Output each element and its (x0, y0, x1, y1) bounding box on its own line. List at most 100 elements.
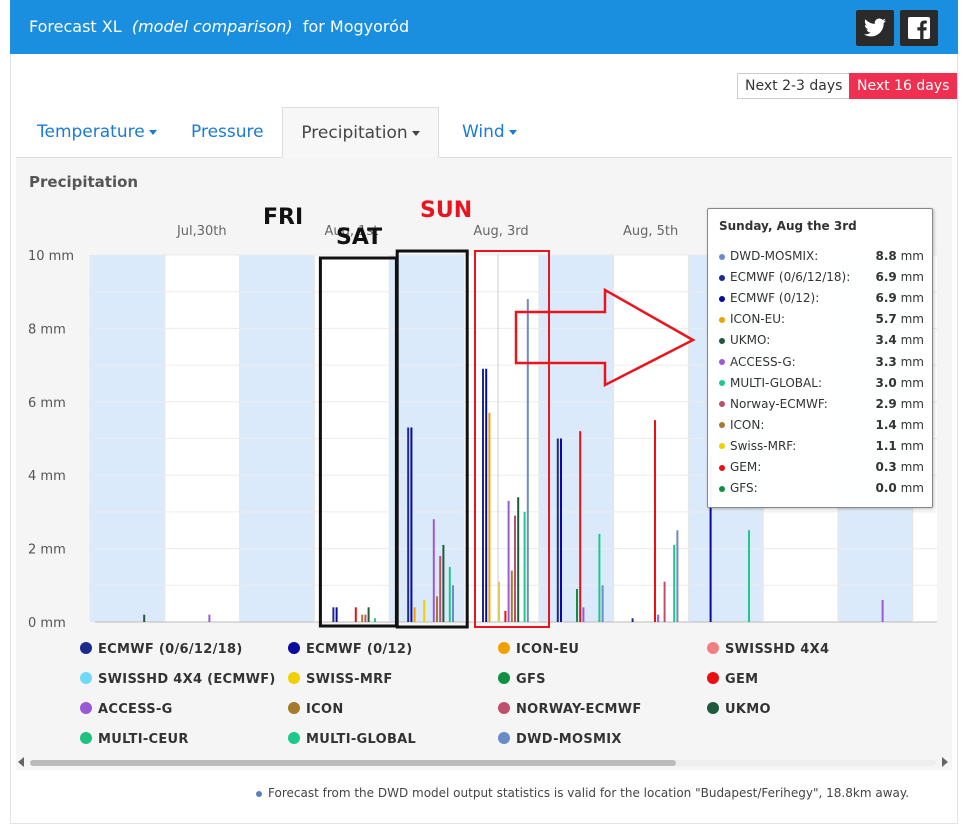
legend-dot-icon (288, 702, 300, 714)
bar-ecmwf-0-12- (410, 427, 413, 622)
next-2-3-days-button[interactable]: Next 2-3 days (737, 73, 851, 99)
legend-label: GFS (516, 672, 546, 687)
bar-norway-ecmwf (663, 581, 666, 622)
legend-label: NORWAY-ECMWF (516, 702, 642, 717)
next-16-days-button[interactable]: Next 16 days (849, 73, 958, 99)
legend-item[interactable]: NORWAY-ECMWF (498, 702, 642, 717)
scroll-right-arrow-icon[interactable] (942, 757, 948, 767)
tooltip-series-name: ECMWF (0/6/12/18): (730, 270, 851, 285)
legend-dot-icon (707, 702, 719, 714)
legend-item[interactable]: ECMWF (0/12) (288, 642, 412, 657)
facebook-share-button[interactable] (900, 10, 938, 46)
scroll-left-arrow-icon[interactable] (18, 757, 24, 767)
bar-ukmo (143, 614, 146, 622)
tooltip-row: ICON-EU: 5.7 mm (719, 309, 924, 329)
x-tick-label: Jul,30th (176, 224, 227, 239)
legend-dot-icon (498, 672, 510, 684)
bar-access-g (208, 614, 211, 622)
legend-item[interactable]: ICON-EU (498, 642, 579, 657)
bar-multi-global (523, 511, 526, 622)
series-dot-icon (719, 485, 725, 492)
chevron-down-icon (411, 130, 420, 136)
y-tick-label: 10 mm (28, 249, 74, 264)
series-dot-icon (719, 464, 725, 471)
bar-multi-global (673, 544, 676, 622)
legend-item[interactable]: DWD-MOSMIX (498, 732, 622, 747)
tab-precipitation-label: Precipitation (301, 123, 408, 143)
tooltip-value: 6.9 mm (875, 291, 924, 306)
bar-access-g (432, 519, 435, 622)
tooltip-series-name: ICON: (730, 417, 765, 432)
tooltip-series-name: MULTI-GLOBAL: (730, 375, 822, 390)
tab-precipitation[interactable]: Precipitation (282, 107, 439, 158)
bar-ukmo (517, 497, 520, 622)
tooltip-series-name: Swiss-MRF: (730, 438, 797, 453)
legend-item[interactable]: UKMO (707, 702, 771, 717)
bar-gem (579, 431, 582, 622)
series-dot-icon (719, 422, 725, 429)
tab-wind[interactable]: Wind (462, 107, 517, 158)
scrollbar-thumb[interactable] (30, 760, 676, 766)
legend-item[interactable]: SWISSHD 4X4 (ECMWF) (80, 672, 276, 687)
legend-dot-icon (80, 642, 92, 654)
tooltip-value: 8.8 mm (875, 249, 924, 263)
series-dot-icon (719, 359, 725, 365)
chart-tooltip: Sunday, Aug the 3rd DWD-MOSMIX: 8.8 mm ECM… (707, 208, 933, 508)
legend-item[interactable]: GEM (707, 672, 758, 687)
legend-item[interactable]: ICON (288, 702, 344, 717)
bar-icon (361, 614, 364, 622)
fri-annotation: FRI (263, 205, 303, 230)
tooltip-row: DWD-MOSMIX: 8.8 mm (719, 246, 924, 266)
legend-label: UKMO (725, 702, 771, 717)
bar-dwd-mosmix (452, 585, 454, 622)
tooltip-series-name: DWD-MOSMIX: (730, 249, 819, 263)
legend-dot-icon (707, 642, 719, 654)
legend-item[interactable]: ACCESS-G (80, 702, 173, 717)
legend-item[interactable]: MULTI-GLOBAL (288, 732, 416, 747)
legend-dot-icon (80, 732, 92, 744)
facebook-icon (908, 17, 930, 39)
bar-access-g (582, 607, 585, 622)
y-tick-label: 2 mm (28, 543, 66, 558)
bar-norway-ecmwf (514, 515, 516, 622)
bar-icon-eu (488, 412, 491, 622)
tooltip-row: ECMWF (0/12): 6.9 mm (719, 288, 924, 308)
tab-temperature[interactable]: Temperature (37, 107, 157, 158)
bar-norway-ecmwf (364, 614, 367, 622)
bar-ecmwf-0-6-12-18- (631, 618, 634, 622)
legend-label: SWISS-MRF (306, 672, 393, 687)
legend-item[interactable]: GFS (498, 672, 546, 687)
legend-label: DWD-MOSMIX (516, 732, 622, 747)
tab-pressure[interactable]: Pressure (191, 107, 264, 158)
twitter-share-button[interactable] (856, 10, 894, 46)
tooltip-series-name: Norway-ECMWF: (730, 396, 828, 411)
chevron-down-icon (508, 129, 517, 135)
legend-item[interactable]: MULTI-CEUR (80, 732, 189, 747)
bar-icon (436, 596, 438, 622)
tab-temperature-label: Temperature (37, 122, 145, 142)
page-title: Forecast XL (model comparison) for Mogyo… (29, 17, 409, 36)
footnote-text: Forecast from the DWD model output stati… (268, 786, 910, 800)
tooltip-value: 5.7 mm (875, 312, 924, 327)
legend-item[interactable]: SWISSHD 4X4 (707, 642, 829, 657)
tooltip-series-name: GFS: (730, 481, 758, 496)
y-tick-label: 8 mm (28, 322, 66, 337)
bar-multi-global (748, 530, 750, 622)
legend-label: SWISSHD 4X4 (725, 642, 830, 657)
legend-dot-icon (707, 672, 719, 684)
bar-gfs (576, 588, 578, 622)
tooltip-row: GEM: 0.3 mm (719, 457, 924, 477)
legend-label: ICON-EU (516, 642, 580, 657)
series-dot-icon (719, 380, 725, 387)
bar-gem (354, 607, 357, 622)
tooltip-series-name: ACCESS-G: (730, 354, 796, 369)
legend-label: MULTI-GLOBAL (306, 732, 417, 747)
series-dot-icon (719, 443, 725, 450)
bar-ukmo (442, 544, 445, 622)
series-dot-icon (719, 316, 725, 323)
y-tick-label: 4 mm (28, 469, 66, 484)
tooltip-series-name: GEM: (730, 460, 762, 474)
legend-item[interactable]: ECMWF (0/6/12/18) (80, 642, 243, 657)
tooltip-value: 1.4 mm (875, 417, 924, 432)
legend-item[interactable]: SWISS-MRF (288, 672, 393, 687)
